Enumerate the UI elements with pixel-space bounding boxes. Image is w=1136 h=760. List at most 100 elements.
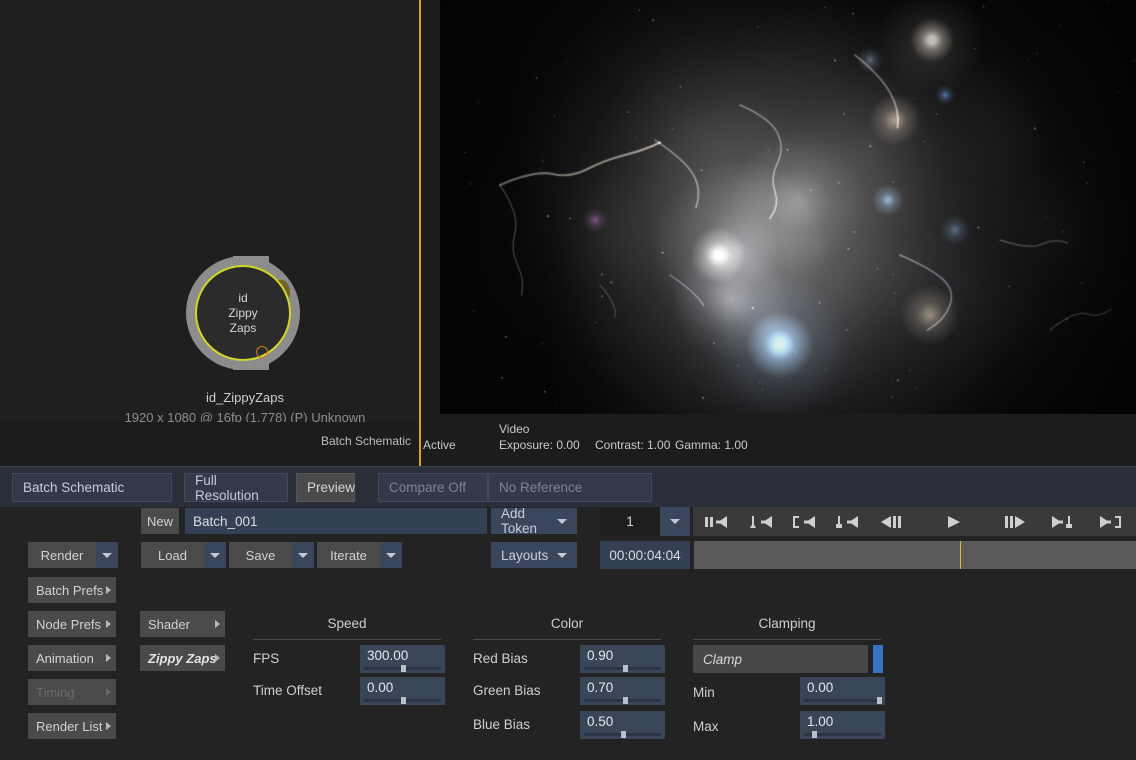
batch-prefs-button[interactable]: Batch Prefs — [28, 577, 116, 603]
timeline-playhead[interactable] — [960, 541, 961, 569]
tab-preview[interactable]: Preview — [296, 473, 355, 502]
chevron-right-icon — [106, 654, 111, 662]
render-button[interactable]: Render — [28, 542, 96, 568]
next-marker-icon — [1049, 515, 1075, 529]
render-list-button[interactable]: Render List — [28, 713, 116, 739]
next-marker-button[interactable] — [1038, 507, 1086, 536]
min-value: 0.00 — [807, 680, 833, 695]
red-bias-value: 0.90 — [587, 648, 613, 663]
viewer-active-label: Active — [423, 438, 456, 452]
red-bias-label: Red Bias — [473, 651, 528, 666]
prev-keyframe-button[interactable] — [738, 507, 786, 536]
time-offset-field[interactable]: 0.00 — [360, 677, 445, 705]
node-title-line-2: Zippy — [228, 306, 257, 321]
play-button[interactable] — [929, 507, 977, 536]
max-slider-thumb[interactable] — [812, 731, 817, 738]
timecode-value: 00:00:04:04 — [609, 548, 680, 563]
min-field[interactable]: 0.00 — [800, 677, 885, 705]
shader-button[interactable]: Shader — [140, 611, 225, 637]
min-slider-track[interactable] — [804, 699, 881, 702]
red-bias-slider-thumb[interactable] — [623, 665, 628, 672]
max-field[interactable]: 1.00 — [800, 711, 885, 739]
timing-button[interactable]: Timing — [28, 679, 116, 705]
zippy-zaps-button[interactable]: Zippy Zaps — [140, 645, 225, 671]
add-token-dropdown[interactable]: Add Token — [491, 508, 577, 534]
load-dropdown-toggle[interactable] — [204, 542, 226, 568]
node-core[interactable]: id Zippy Zaps — [195, 265, 291, 361]
tab-no-reference[interactable]: No Reference — [488, 473, 652, 502]
min-slider-thumb[interactable] — [877, 697, 882, 704]
viewer-video-label: Video — [499, 422, 529, 436]
tab-compare-off[interactable]: Compare Off — [378, 473, 488, 502]
chevron-right-icon — [106, 688, 111, 696]
timeline-scrubber[interactable] — [694, 541, 1136, 569]
green-bias-label: Green Bias — [473, 683, 541, 698]
save-button[interactable]: Save — [229, 542, 292, 568]
current-frame-value: 1 — [626, 514, 634, 529]
clamp-mode-dropdown[interactable]: Clamp — [693, 645, 868, 673]
schematic-canvas[interactable]: id Zippy Zaps id_ZippyZaps 1920 x 1080 @… — [0, 0, 419, 422]
schematic-node[interactable]: id Zippy Zaps id_ZippyZaps 1920 x 1080 @… — [180, 250, 310, 380]
chevron-right-icon — [106, 620, 111, 628]
new-button-label: New — [147, 514, 173, 529]
node-title-line-1: id — [238, 291, 247, 306]
max-value: 1.00 — [807, 714, 833, 729]
play-icon — [940, 515, 966, 529]
red-bias-field[interactable]: 0.90 — [580, 645, 665, 673]
layouts-dropdown[interactable]: Layouts — [491, 542, 577, 568]
max-label: Max — [693, 719, 719, 734]
green-bias-slider-thumb[interactable] — [623, 697, 628, 704]
chevron-right-icon — [215, 654, 220, 662]
iterate-button[interactable]: Iterate — [317, 542, 380, 568]
chevron-down-icon — [386, 553, 396, 558]
node-name-label: id_ZippyZaps — [180, 390, 310, 405]
frame-dropdown-toggle[interactable] — [660, 507, 690, 536]
min-label: Min — [693, 685, 715, 700]
goto-end-button[interactable] — [1086, 507, 1134, 536]
chevron-down-icon — [298, 553, 308, 558]
step-back-button[interactable] — [868, 507, 916, 536]
blue-bias-field[interactable]: 0.50 — [580, 711, 665, 739]
batch-schematic-panel[interactable]: id Zippy Zaps id_ZippyZaps 1920 x 1080 @… — [0, 0, 421, 466]
image-viewer-panel[interactable]: Active Video Exposure: 0.00 Contrast: 1.… — [421, 0, 1136, 466]
new-button[interactable]: New — [141, 508, 179, 534]
save-dropdown-toggle[interactable] — [292, 542, 314, 568]
blue-bias-label: Blue Bias — [473, 717, 530, 732]
blue-bias-slider-thumb[interactable] — [621, 731, 626, 738]
prev-marker-button[interactable] — [824, 507, 872, 536]
time-offset-slider-thumb[interactable] — [401, 697, 406, 704]
fps-value: 300.00 — [367, 648, 408, 663]
color-section-title: Color — [473, 616, 661, 631]
batch-prefs-label: Batch Prefs — [36, 583, 103, 598]
green-bias-field[interactable]: 0.70 — [580, 677, 665, 705]
step-forward-icon — [1001, 515, 1027, 529]
clamp-enable-toggle[interactable] — [873, 645, 883, 673]
node-output-socket-icon[interactable] — [256, 346, 268, 358]
load-button[interactable]: Load — [141, 542, 204, 568]
chevron-right-icon — [106, 586, 111, 594]
animation-button[interactable]: Animation — [28, 645, 116, 671]
tab-label: Compare Off — [389, 480, 466, 495]
prev-clip-button[interactable] — [781, 507, 829, 536]
node-prefs-button[interactable]: Node Prefs — [28, 611, 116, 637]
schematic-status-label: Batch Schematic — [321, 434, 411, 448]
tab-batch-schematic[interactable]: Batch Schematic — [12, 473, 172, 502]
fps-field[interactable]: 300.00 — [360, 645, 445, 673]
viewer-exposure-label: Exposure: 0.00 — [499, 438, 580, 452]
iterate-dropdown-toggle[interactable] — [380, 542, 402, 568]
rendered-image[interactable] — [440, 0, 1136, 414]
batch-name-field[interactable]: Batch_001 — [185, 508, 487, 534]
timecode-field[interactable]: 00:00:04:04 — [600, 541, 690, 569]
viewer-gamma-label: Gamma: 1.00 — [675, 438, 748, 452]
chevron-right-icon — [215, 620, 220, 628]
render-list-label: Render List — [36, 719, 102, 734]
render-dropdown-toggle[interactable] — [96, 542, 118, 568]
prev-keyframe-icon — [749, 515, 775, 529]
add-token-label: Add Token — [501, 506, 557, 536]
current-frame-field[interactable]: 1 — [600, 507, 660, 536]
step-forward-button[interactable] — [990, 507, 1038, 536]
shader-label: Shader — [148, 617, 190, 632]
fps-slider-thumb[interactable] — [401, 665, 406, 672]
tab-full-resolution[interactable]: Full Resolution — [184, 473, 288, 502]
goto-start-button[interactable] — [693, 507, 741, 536]
